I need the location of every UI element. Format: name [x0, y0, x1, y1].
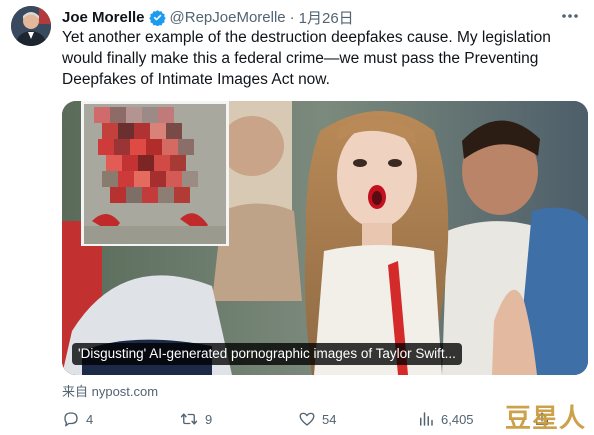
retweet-count: 9	[205, 411, 213, 427]
link-source[interactable]: 来自 nypost.com	[62, 381, 158, 400]
verified-badge-icon	[148, 9, 166, 26]
retweet-icon	[180, 413, 198, 425]
watermark-logo: 豆星人	[504, 404, 586, 434]
tweet-header: Joe Morelle @RepJoeMorelle · 1月26日	[62, 7, 554, 27]
media-card[interactable]: 'Disgusting' AI-generated pornographic i…	[62, 101, 588, 375]
tweet-text-line: Deepfakes of Intimate Images Act now.	[62, 71, 330, 88]
avatar[interactable]	[11, 6, 51, 46]
media-caption[interactable]: 'Disgusting' AI-generated pornographic i…	[72, 343, 462, 365]
avatar-image	[11, 6, 51, 46]
reply-count: 4	[86, 411, 94, 427]
tweet-date[interactable]: 1月26日	[299, 7, 354, 28]
retweet-button[interactable]: 9	[179, 408, 212, 430]
like-count: 54	[322, 411, 337, 427]
author-name[interactable]: Joe Morelle	[62, 9, 145, 26]
like-button[interactable]: 54	[298, 408, 336, 430]
separator-dot: ·	[289, 8, 295, 26]
tweet-text-line: Yet another example of the destruction d…	[62, 29, 551, 46]
reply-icon	[64, 412, 78, 427]
author-handle[interactable]: @RepJoeMorelle	[170, 9, 286, 26]
tweet-text: Yet another example of the destruction d…	[62, 27, 572, 90]
views-count: 6,405	[441, 411, 474, 427]
like-icon	[299, 412, 315, 426]
reply-button[interactable]: 4	[62, 408, 93, 430]
more-icon[interactable]	[560, 6, 580, 26]
views-icon	[420, 412, 433, 426]
views-button[interactable]: 6,405	[417, 408, 474, 430]
media-photo	[62, 101, 588, 375]
tweet-text-line: would finally make this a federal crime—…	[62, 50, 539, 67]
